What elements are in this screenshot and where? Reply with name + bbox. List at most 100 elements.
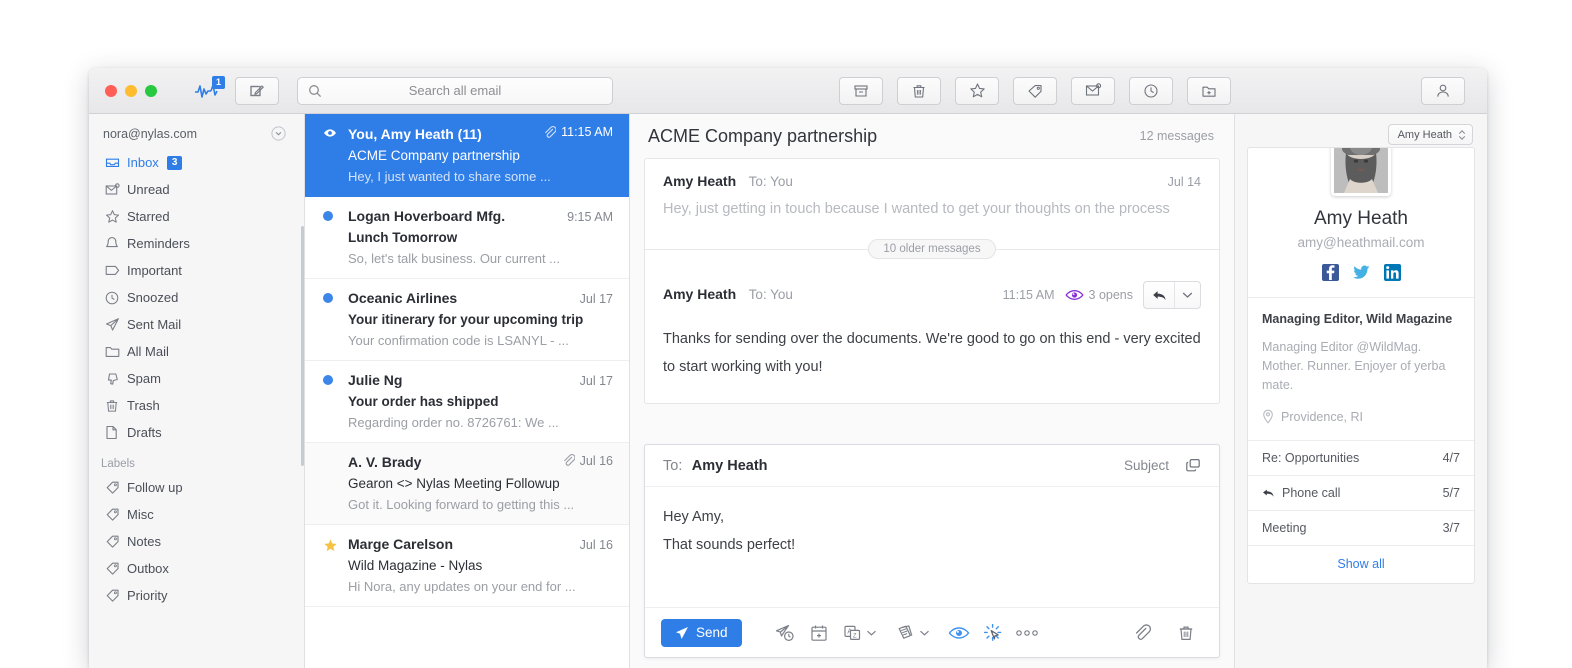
composer-body[interactable]: Hey Amy, That sounds perfect! xyxy=(645,487,1219,607)
sidebar-item-spam[interactable]: Spam xyxy=(89,365,304,392)
discard-draft-button[interactable] xyxy=(1169,618,1203,648)
composer-toolbar: Send AZ xyxy=(645,607,1219,657)
more-options-icon xyxy=(1015,629,1039,637)
star-icon xyxy=(105,209,127,224)
unread-dot-icon[interactable] xyxy=(323,210,334,222)
email-meta: Jul 16 xyxy=(580,538,613,552)
snooze-button[interactable] xyxy=(1129,76,1173,105)
show-all-link[interactable]: Show all xyxy=(1248,545,1474,583)
snippets-chevron-icon[interactable] xyxy=(919,629,930,637)
sidebar-item-reminders[interactable]: Reminders xyxy=(89,230,304,257)
sidebar-item-starred[interactable]: Starred xyxy=(89,203,304,230)
message-meta: 11:15 AM 3 opens xyxy=(1003,281,1201,309)
star-button[interactable] xyxy=(955,76,999,105)
close-window-button[interactable] xyxy=(105,84,117,97)
contact-selector[interactable]: Amy Heath xyxy=(1387,124,1473,145)
sidebar-item-snoozed[interactable]: Snoozed xyxy=(89,284,304,311)
chevron-down-icon[interactable] xyxy=(271,126,286,141)
search-input[interactable] xyxy=(322,83,588,98)
star-icon[interactable] xyxy=(323,538,337,552)
thread-messages: Amy Heath To: You Jul 14 Hey, just getti… xyxy=(630,158,1234,432)
email-list-item[interactable]: You, Amy Heath (11) 11:15 AM ACME Compan… xyxy=(305,114,629,197)
updown-chevron-icon xyxy=(1458,129,1466,141)
email-meta: Jul 17 xyxy=(580,292,613,306)
email-sender: Marge Carelson xyxy=(348,536,454,552)
linkedin-icon[interactable] xyxy=(1383,264,1401,281)
email-list-item[interactable]: Logan Hoverboard Mfg. 9:15 AM Lunch Tomo… xyxy=(305,197,629,279)
composer-line-2: That sounds perfect! xyxy=(663,537,796,553)
minimize-window-button[interactable] xyxy=(125,84,137,97)
attach-button[interactable] xyxy=(1125,618,1159,648)
stat-label: Re: Opportunities xyxy=(1262,451,1360,465)
templates-chevron-icon[interactable] xyxy=(866,629,877,637)
unread-dot-icon[interactable] xyxy=(323,374,334,386)
sidebar-label-priority[interactable]: Priority xyxy=(89,582,304,609)
contact-stat-row[interactable]: Re: Opportunities 4/7 xyxy=(1248,440,1474,475)
sidebar-label-follow-up[interactable]: Follow up xyxy=(89,474,304,501)
to-recipient[interactable]: Amy Heath xyxy=(692,458,768,474)
insert-availability-button[interactable] xyxy=(802,618,836,648)
sidebar: nora@nylas.com Inbox 3 Unread Starred Re… xyxy=(89,114,305,668)
sidebar-item-all-mail[interactable]: All Mail xyxy=(89,338,304,365)
subject-toggle[interactable]: Subject xyxy=(1124,458,1169,473)
contact-stat-row[interactable]: Phone call 5/7 xyxy=(1248,475,1474,510)
email-list-item[interactable]: Oceanic Airlines Jul 17 Your itinerary f… xyxy=(305,279,629,361)
snippets-button[interactable] xyxy=(889,618,923,648)
sidebar-item-important[interactable]: Important xyxy=(89,257,304,284)
stat-label: Meeting xyxy=(1262,521,1307,535)
account-row[interactable]: nora@nylas.com xyxy=(89,124,304,149)
trash-button[interactable] xyxy=(897,76,941,105)
sidebar-label-misc[interactable]: Misc xyxy=(89,501,304,528)
tag-icon xyxy=(105,561,127,576)
collapsed-message[interactable]: Amy Heath To: You Jul 14 Hey, just getti… xyxy=(644,158,1220,231)
sidebar-scrollbar[interactable] xyxy=(301,226,304,466)
message-header: Amy Heath To: You 11:15 AM 3 opens xyxy=(645,267,1219,309)
twitter-icon[interactable] xyxy=(1352,264,1370,281)
link-tracking-icon xyxy=(983,623,1003,643)
archive-button[interactable] xyxy=(839,76,883,105)
contact-title: Managing Editor, Wild Magazine xyxy=(1262,312,1453,326)
email-list-item[interactable]: A. V. Brady Jul 16 Gearon <> Nylas Meeti… xyxy=(305,442,629,525)
templates-button[interactable]: AZ xyxy=(836,618,870,648)
facebook-icon[interactable] xyxy=(1321,264,1339,281)
send-later-button[interactable] xyxy=(768,618,802,648)
email-list-item[interactable]: Marge Carelson Jul 16 Wild Magazine - Ny… xyxy=(305,525,629,607)
inbox-icon xyxy=(105,155,127,170)
maximize-window-button[interactable] xyxy=(145,84,157,97)
popout-icon[interactable] xyxy=(1185,458,1201,473)
compose-icon xyxy=(249,83,265,99)
email-subject: Your itinerary for your upcoming trip xyxy=(348,311,584,327)
open-tracking[interactable]: 3 opens xyxy=(1064,288,1133,302)
search-box[interactable] xyxy=(297,76,613,105)
open-count: 3 opens xyxy=(1088,288,1133,302)
composer-to-row[interactable]: To: Amy Heath Subject xyxy=(645,445,1219,487)
sidebar-label-notes[interactable]: Notes xyxy=(89,528,304,555)
sidebar-item-trash[interactable]: Trash xyxy=(89,392,304,419)
mark-unread-button[interactable] xyxy=(1071,76,1115,105)
unread-dot-icon[interactable] xyxy=(323,292,334,304)
move-to-folder-button[interactable] xyxy=(1187,76,1231,105)
link-tracking-button[interactable] xyxy=(976,618,1010,648)
send-button[interactable]: Send xyxy=(661,618,742,647)
read-receipts-button[interactable] xyxy=(942,618,976,648)
older-messages-pill[interactable]: 10 older messages xyxy=(868,239,996,259)
email-list-item[interactable]: Julie Ng Jul 17 Your order has shipped R… xyxy=(305,361,629,443)
sidebar-item-unread[interactable]: Unread xyxy=(89,176,304,203)
sidebar-item-sent-mail[interactable]: Sent Mail xyxy=(89,311,304,338)
reply-button-group[interactable] xyxy=(1143,281,1201,309)
contact-stat-row[interactable]: Meeting 3/7 xyxy=(1248,510,1474,545)
label-button[interactable] xyxy=(1013,76,1057,105)
thread-message-count: 12 messages xyxy=(1139,129,1214,143)
reply-options-button[interactable] xyxy=(1174,282,1200,308)
older-messages-divider[interactable]: 10 older messages xyxy=(644,231,1220,267)
sidebar-item-drafts[interactable]: Drafts xyxy=(89,419,304,446)
more-options-button[interactable] xyxy=(1010,618,1044,648)
open-message: Amy Heath To: You 11:15 AM 3 opens Thank… xyxy=(644,267,1220,404)
compose-button[interactable] xyxy=(235,76,279,105)
reply-button[interactable] xyxy=(1144,282,1174,308)
sidebar-item-inbox[interactable]: Inbox 3 xyxy=(89,149,304,176)
activity-button[interactable]: 1 xyxy=(191,75,225,105)
sidebar-label-outbox[interactable]: Outbox xyxy=(89,555,304,582)
eye-icon[interactable] xyxy=(323,128,336,139)
account-button[interactable] xyxy=(1421,76,1465,105)
